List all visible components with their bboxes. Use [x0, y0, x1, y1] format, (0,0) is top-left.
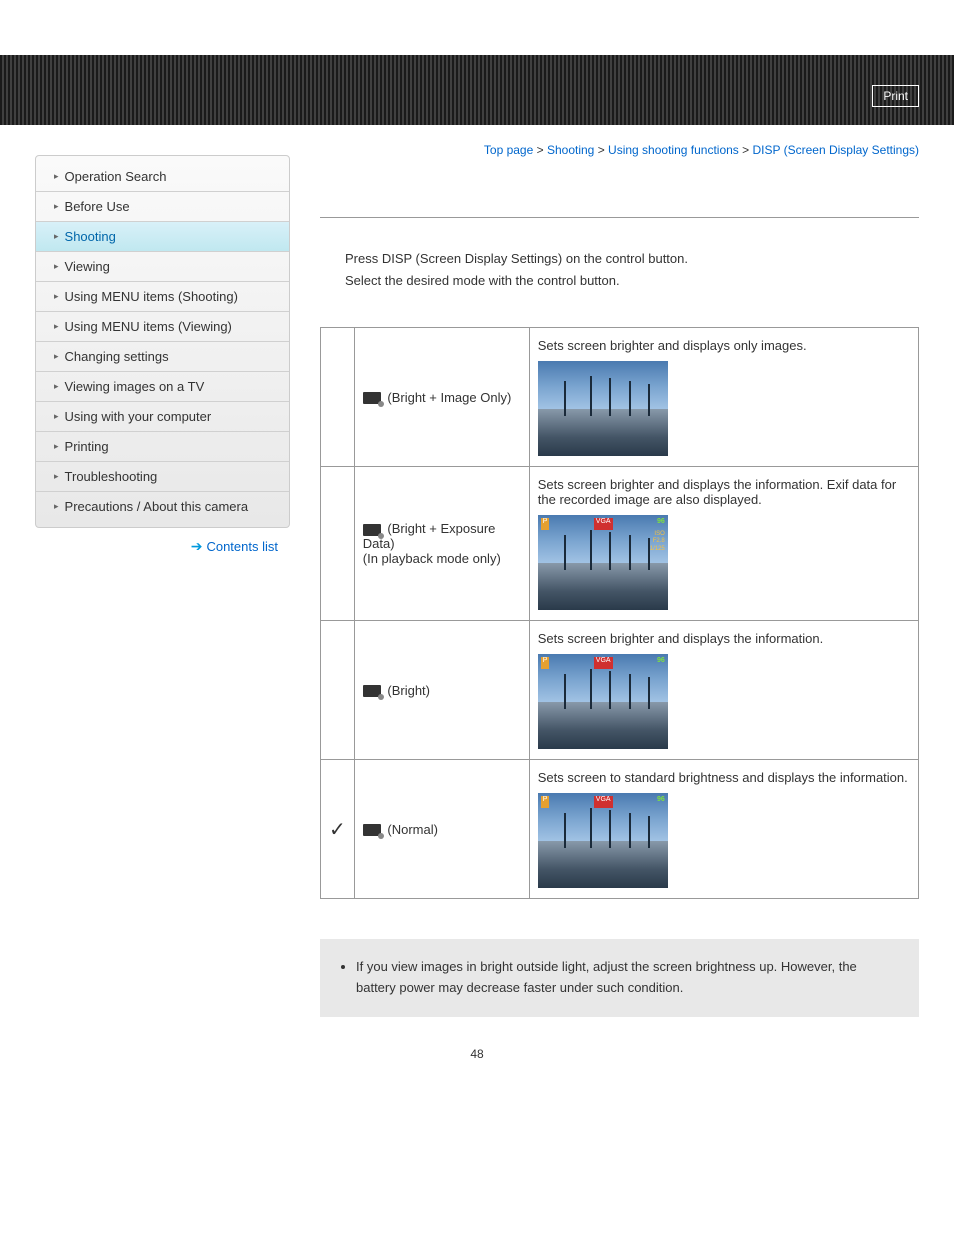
preview-overlay: PVGA96 — [541, 796, 665, 808]
sidebar-item-label: Precautions / About this camera — [65, 499, 249, 514]
sidebar-item-label: Changing settings — [65, 349, 169, 364]
divider — [320, 217, 919, 218]
sidebar-item[interactable]: ▸ Using with your computer — [36, 402, 289, 432]
check-cell — [321, 621, 355, 760]
sidebar-item[interactable]: ▸ Shooting — [36, 222, 289, 252]
sidebar-item-label: Viewing images on a TV — [65, 379, 205, 394]
preview-image: PVGA96 — [538, 654, 668, 749]
display-mode-icon — [363, 685, 381, 697]
breadcrumb-separator: > — [594, 143, 608, 157]
mode-label: (Normal) — [384, 822, 438, 837]
triangle-right-icon: ▸ — [54, 321, 59, 332]
sidebar-item[interactable]: ▸ Using MENU items (Viewing) — [36, 312, 289, 342]
table-row: (Bright + Exposure Data)(In playback mod… — [321, 467, 919, 621]
mode-description: Sets screen to standard brightness and d… — [538, 770, 910, 785]
arrow-right-icon: ➔ — [191, 538, 203, 554]
mode-label-cell: (Bright + Image Only) — [354, 328, 529, 467]
check-cell — [321, 467, 355, 621]
mode-description: Sets screen brighter and displays only i… — [538, 338, 910, 353]
breadcrumb-separator: > — [533, 143, 547, 157]
sidebar-item[interactable]: ▸ Viewing images on a TV — [36, 372, 289, 402]
sidebar-item[interactable]: ▸ Before Use — [36, 192, 289, 222]
preview-overlay: PVGA96 — [541, 518, 665, 530]
breadcrumb-separator: > — [739, 143, 753, 157]
triangle-right-icon: ▸ — [54, 351, 59, 362]
triangle-right-icon: ▸ — [54, 411, 59, 422]
intro-line: Select the desired mode with the control… — [345, 270, 919, 292]
sidebar-item-label: Operation Search — [65, 169, 167, 184]
print-button[interactable]: Print — [872, 85, 919, 107]
triangle-right-icon: ▸ — [54, 231, 59, 242]
preview-image — [538, 361, 668, 456]
sidebar-item[interactable]: ▸ Troubleshooting — [36, 462, 289, 492]
sidebar-item[interactable]: ▸ Using MENU items (Shooting) — [36, 282, 289, 312]
main-content: Top page > Shooting > Using shooting fun… — [290, 125, 919, 1017]
sidebar-item-label: Viewing — [65, 259, 110, 274]
check-cell — [321, 328, 355, 467]
contents-list-row: ➔Contents list — [35, 528, 290, 559]
sidebar-item-label: Using MENU items (Shooting) — [65, 289, 238, 304]
breadcrumb-link[interactable]: Top page — [484, 143, 533, 157]
sidebar-item[interactable]: ▸ Precautions / About this camera — [36, 492, 289, 521]
sidebar: ▸ Operation Search ▸ Before Use ▸ Shooting ▸ Vi… — [35, 155, 290, 528]
sidebar-wrap: ▸ Operation Search ▸ Before Use ▸ Shooting ▸ Vi… — [35, 125, 290, 1017]
table-row: (Bright) Sets screen brighter and display… — [321, 621, 919, 760]
breadcrumb: Top page > Shooting > Using shooting fun… — [320, 125, 919, 167]
breadcrumb-link[interactable]: DISP (Screen Display Settings) — [752, 143, 919, 157]
display-mode-icon — [363, 524, 381, 536]
triangle-right-icon: ▸ — [54, 441, 59, 452]
mode-label: (Bright + Image Only) — [384, 390, 512, 405]
mode-description: Sets screen brighter and displays the in… — [538, 477, 910, 507]
mode-desc-cell: Sets screen to standard brightness and d… — [529, 760, 918, 899]
sidebar-item-label: Before Use — [65, 199, 130, 214]
sidebar-item-label: Printing — [65, 439, 109, 454]
sidebar-item-label: Using MENU items (Viewing) — [65, 319, 232, 334]
triangle-right-icon: ▸ — [54, 171, 59, 182]
mode-table: (Bright + Image Only) Sets screen brighte… — [320, 327, 919, 899]
sidebar-item-label: Troubleshooting — [65, 469, 158, 484]
page-number: 48 — [0, 1017, 954, 1091]
mode-desc-cell: Sets screen brighter and displays only i… — [529, 328, 918, 467]
sidebar-item-label: Shooting — [65, 229, 116, 244]
check-cell: ✓ — [321, 760, 355, 899]
intro-line: Press DISP (Screen Display Settings) on … — [345, 248, 919, 270]
sidebar-item[interactable]: ▸ Printing — [36, 432, 289, 462]
note-text: If you view images in bright outside lig… — [356, 957, 897, 999]
contents-list-link[interactable]: Contents list — [206, 539, 278, 554]
preview-overlay: PVGA96 — [541, 657, 665, 669]
mode-desc-cell: Sets screen brighter and displays the in… — [529, 467, 918, 621]
table-row: (Bright + Image Only) Sets screen brighte… — [321, 328, 919, 467]
breadcrumb-link[interactable]: Shooting — [547, 143, 594, 157]
triangle-right-icon: ▸ — [54, 261, 59, 272]
sidebar-item[interactable]: ▸ Viewing — [36, 252, 289, 282]
header-band: Print — [0, 55, 954, 125]
triangle-right-icon: ▸ — [54, 291, 59, 302]
preview-image: PVGA96ISOF2.81/125 — [538, 515, 668, 610]
mode-label-cell: (Bright + Exposure Data)(In playback mod… — [354, 467, 529, 621]
checkmark-icon: ✓ — [329, 819, 346, 841]
preview-image: PVGA96 — [538, 793, 668, 888]
mode-label-cell: (Bright) — [354, 621, 529, 760]
sidebar-item[interactable]: ▸ Changing settings — [36, 342, 289, 372]
breadcrumb-link[interactable]: Using shooting functions — [608, 143, 739, 157]
triangle-right-icon: ▸ — [54, 381, 59, 392]
exif-overlay: ISOF2.81/125 — [650, 531, 665, 553]
mode-label: (Bright) — [384, 683, 430, 698]
mode-sublabel: (In playback mode only) — [363, 551, 521, 566]
triangle-right-icon: ▸ — [54, 501, 59, 512]
note-box: If you view images in bright outside lig… — [320, 939, 919, 1017]
intro-text: Press DISP (Screen Display Settings) on … — [320, 238, 919, 312]
mode-desc-cell: Sets screen brighter and displays the in… — [529, 621, 918, 760]
sidebar-item[interactable]: ▸ Operation Search — [36, 162, 289, 192]
display-mode-icon — [363, 824, 381, 836]
display-mode-icon — [363, 392, 381, 404]
mode-description: Sets screen brighter and displays the in… — [538, 631, 910, 646]
mode-label-cell: (Normal) — [354, 760, 529, 899]
triangle-right-icon: ▸ — [54, 471, 59, 482]
table-row: ✓ (Normal) Sets screen to standard bright… — [321, 760, 919, 899]
sidebar-item-label: Using with your computer — [65, 409, 212, 424]
triangle-right-icon: ▸ — [54, 201, 59, 212]
